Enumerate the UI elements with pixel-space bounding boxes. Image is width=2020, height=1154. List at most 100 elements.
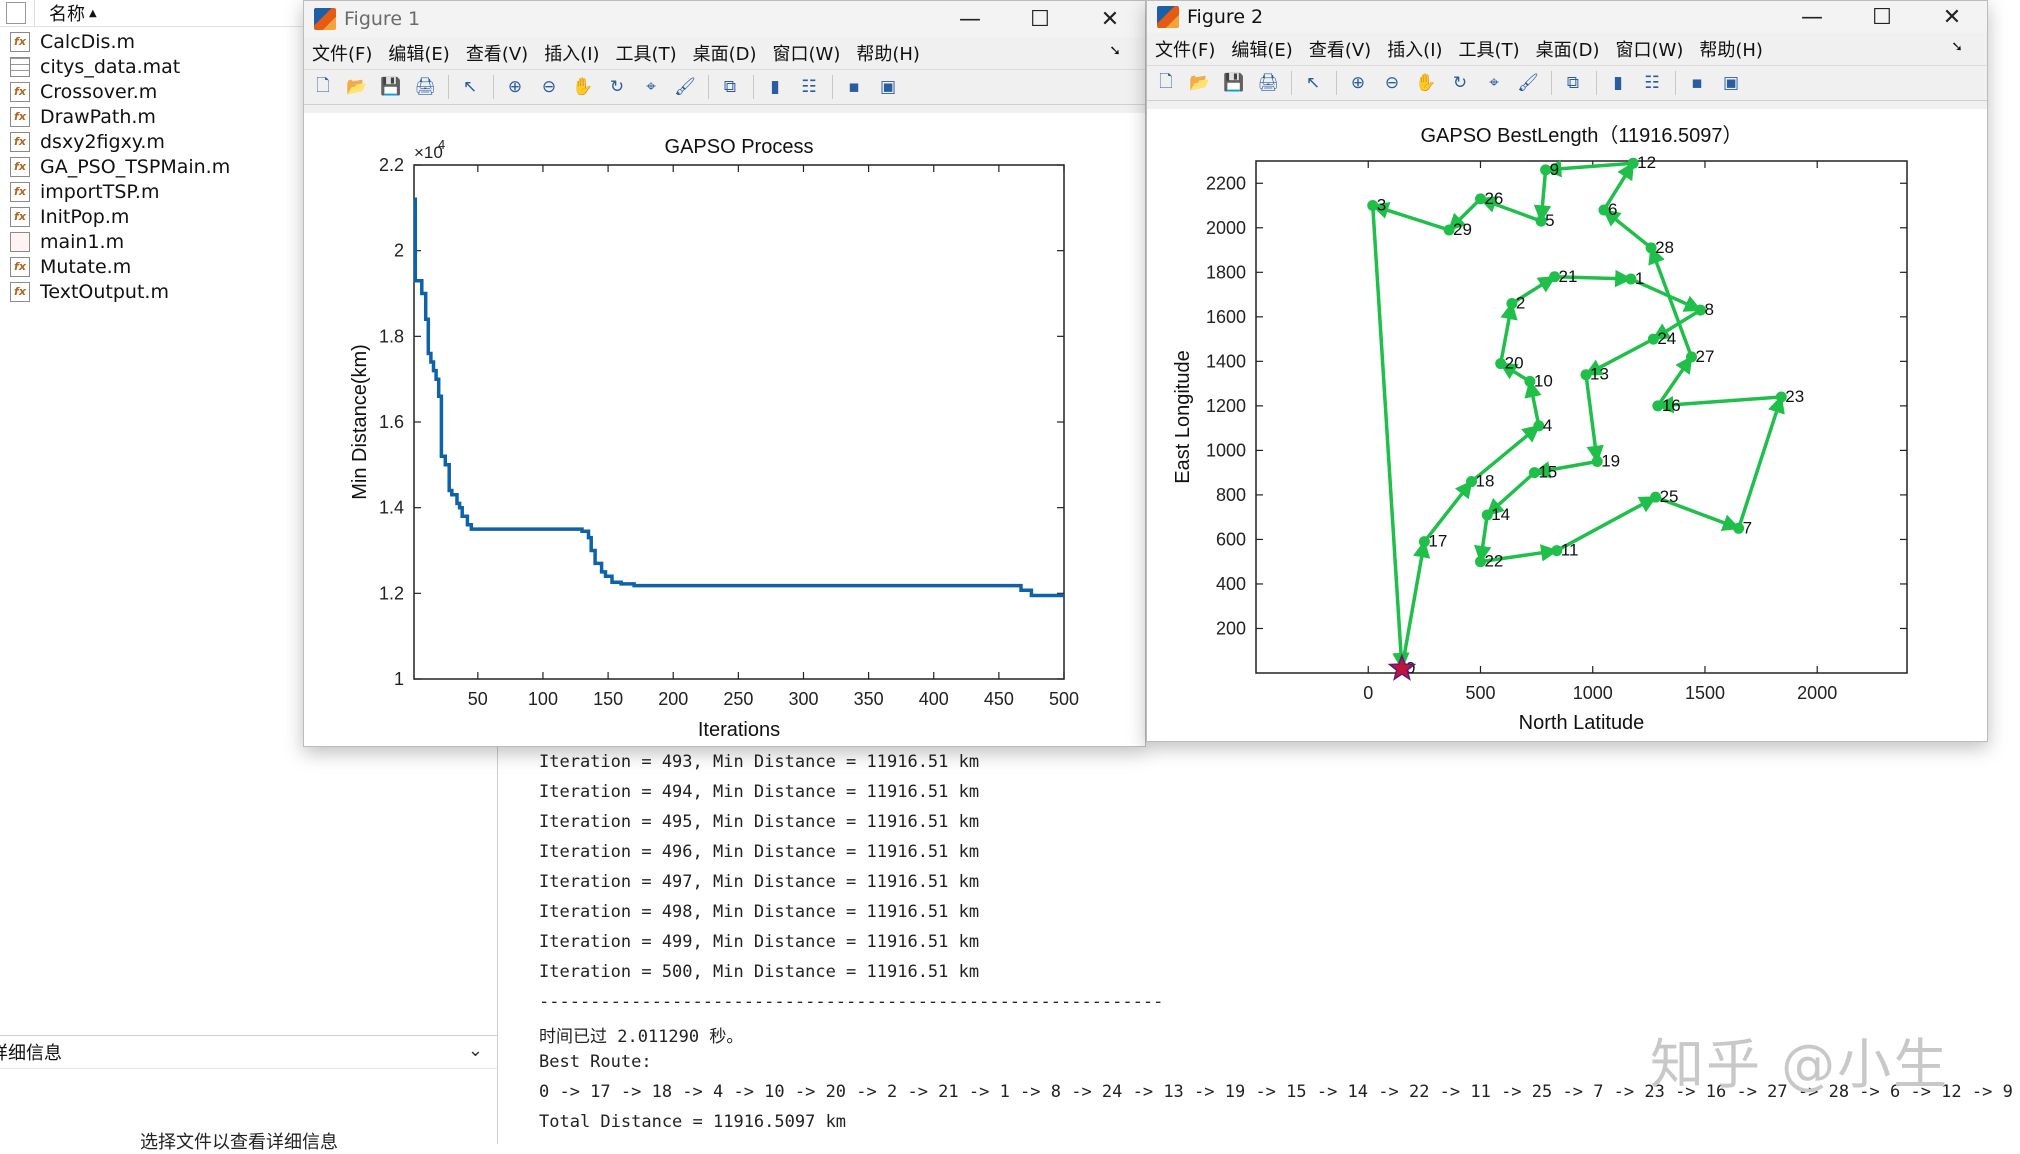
open-file-icon[interactable]: 📂 (1187, 70, 1213, 96)
menu-item[interactable]: 帮助(H) (856, 40, 920, 66)
menu-item[interactable]: 工具(T) (1459, 36, 1520, 62)
link-icon[interactable]: ⧉ (1560, 70, 1586, 96)
file-name: DrawPath.m (40, 105, 156, 128)
console-line: 时间已过 2.011290 秒。 (539, 1027, 744, 1047)
new-figure-icon[interactable]: 🗋 (310, 74, 336, 100)
zoom-out-icon[interactable]: ⊖ (536, 74, 562, 100)
toolbar-separator (448, 75, 449, 99)
zoom-out-icon[interactable]: ⊖ (1379, 70, 1405, 96)
toolbar-separator (1291, 71, 1292, 95)
city-label: 27 (1695, 347, 1714, 366)
menu-item[interactable]: 插入(I) (1387, 36, 1442, 62)
x-tick-label: 150 (593, 689, 623, 709)
figure-2-titlebar[interactable]: Figure 2 — ☐ ✕ (1147, 1, 1987, 33)
dock-arrow-icon[interactable]: ➘ (1951, 39, 1963, 55)
pointer-icon[interactable]: ↖ (457, 74, 483, 100)
figure-1-window[interactable]: Figure 1 — ☐ ✕ 文件(F) 编辑(E) 查看(V) 插入(I) 工具(T)… (303, 0, 1146, 747)
new-figure-icon[interactable]: 🗋 (1153, 70, 1179, 96)
menu-item[interactable]: 查看(V) (1309, 36, 1371, 62)
city-label: 26 (1484, 189, 1503, 208)
colorbar-icon[interactable]: ▮ (762, 74, 788, 100)
rotate-icon[interactable]: ↻ (1447, 70, 1473, 96)
menu-item[interactable]: 编辑(E) (388, 40, 449, 66)
save-icon[interactable]: 💾 (1221, 70, 1247, 96)
details-hint: 选择文件以查看详细信息 (140, 1132, 338, 1153)
maximize-button[interactable]: ☐ (1847, 1, 1917, 33)
menu-item[interactable]: 窗口(W) (1616, 36, 1684, 62)
menu-item[interactable]: 查看(V) (466, 40, 528, 66)
hide-tools-icon[interactable]: ▪ (1684, 70, 1710, 96)
figure-2-window[interactable]: Figure 2 — ☐ ✕ 文件(F) 编辑(E) 查看(V) 插入(I) 工具(T)… (1146, 0, 1988, 742)
y-axis-label: East Longitude (1172, 350, 1194, 483)
menu-item[interactable]: 编辑(E) (1231, 36, 1292, 62)
menu-item[interactable]: 窗口(W) (773, 40, 841, 66)
maximize-button[interactable]: ☐ (1005, 1, 1075, 37)
menu-item[interactable]: 帮助(H) (1699, 36, 1763, 62)
y-tick-label: 600 (1216, 529, 1246, 549)
y-tick-label: 1600 (1206, 307, 1246, 327)
figure-menubar: 文件(F) 编辑(E) 查看(V) 插入(I) 工具(T) 桌面(D) 窗口(W) 帮助(H)… (1147, 33, 1987, 65)
file-name: dsxy2figxy.m (40, 130, 165, 153)
zoom-in-icon[interactable]: ⊕ (502, 74, 528, 100)
legend-icon[interactable]: ☷ (796, 74, 822, 100)
menu-item[interactable]: 工具(T) (616, 40, 677, 66)
zoom-in-icon[interactable]: ⊕ (1345, 70, 1371, 96)
x-axis-label: Iterations (698, 719, 780, 741)
menu-item[interactable]: 文件(F) (312, 40, 372, 66)
menu-item[interactable]: 文件(F) (1155, 36, 1215, 62)
axes-box (1255, 160, 1908, 674)
toolbar-separator (1551, 71, 1552, 95)
x-tick-label: 1000 (1573, 683, 1613, 703)
minimize-button[interactable]: — (935, 1, 1005, 37)
city-label: 24 (1657, 329, 1676, 348)
y-tick-label: 2 (394, 241, 404, 261)
function-file-icon: fx (10, 106, 30, 127)
hide-tools-icon[interactable]: ▪ (841, 74, 867, 100)
function-file-icon: fx (10, 156, 30, 177)
legend-icon[interactable]: ☷ (1639, 70, 1665, 96)
x-tick-label: 250 (723, 689, 753, 709)
file-name: Mutate.m (40, 255, 132, 278)
brush-icon[interactable]: 🖌 (1515, 70, 1541, 96)
function-file-icon: fx (10, 131, 30, 152)
print-icon[interactable]: 🖨 (1255, 70, 1281, 96)
data-cursor-icon[interactable]: ⌖ (638, 74, 664, 100)
save-icon[interactable]: 💾 (378, 74, 404, 100)
x-tick-label: 350 (854, 689, 884, 709)
menu-item[interactable]: 桌面(D) (1536, 36, 1600, 62)
pan-icon[interactable]: ✋ (570, 74, 596, 100)
dock-arrow-icon[interactable]: ➘ (1109, 43, 1121, 59)
details-panel-header[interactable]: 详细信息 ⌄ (0, 1035, 497, 1069)
chevron-down-icon[interactable]: ⌄ (468, 1040, 483, 1061)
file-name: citys_data.mat (40, 55, 181, 78)
pan-icon[interactable]: ✋ (1413, 70, 1439, 96)
close-button[interactable]: ✕ (1075, 1, 1145, 37)
pointer-icon[interactable]: ↖ (1300, 70, 1326, 96)
menu-item[interactable]: 插入(I) (544, 40, 599, 66)
minimize-button[interactable]: — (1777, 1, 1847, 33)
show-tools-icon[interactable]: ▣ (1718, 70, 1744, 96)
show-tools-icon[interactable]: ▣ (875, 74, 901, 100)
city-label: 9 (1550, 160, 1559, 179)
axes-box (413, 164, 1065, 680)
rotate-icon[interactable]: ↻ (604, 74, 630, 100)
print-icon[interactable]: 🖨 (412, 74, 438, 100)
data-cursor-icon[interactable]: ⌖ (1481, 70, 1507, 96)
figure-1-titlebar[interactable]: Figure 1 — ☐ ✕ (304, 1, 1145, 37)
function-file-icon: fx (10, 81, 30, 102)
city-label: 10 (1534, 371, 1553, 390)
colorbar-icon[interactable]: ▮ (1605, 70, 1631, 96)
city-label: 15 (1538, 463, 1557, 482)
brush-icon[interactable]: 🖌 (672, 74, 698, 100)
toolbar-separator (1336, 71, 1337, 95)
city-label: 29 (1453, 220, 1472, 239)
function-file-icon: fx (10, 206, 30, 227)
menu-item[interactable]: 桌面(D) (693, 40, 757, 66)
y-tick-label: 1800 (1206, 262, 1246, 282)
window-title: Figure 2 (1187, 6, 1264, 28)
close-button[interactable]: ✕ (1917, 1, 1987, 33)
link-icon[interactable]: ⧉ (717, 74, 743, 100)
name-column-header[interactable]: 名称 ▲ (34, 0, 97, 26)
open-file-icon[interactable]: 📂 (344, 74, 370, 100)
file-name: CalcDis.m (40, 30, 135, 53)
